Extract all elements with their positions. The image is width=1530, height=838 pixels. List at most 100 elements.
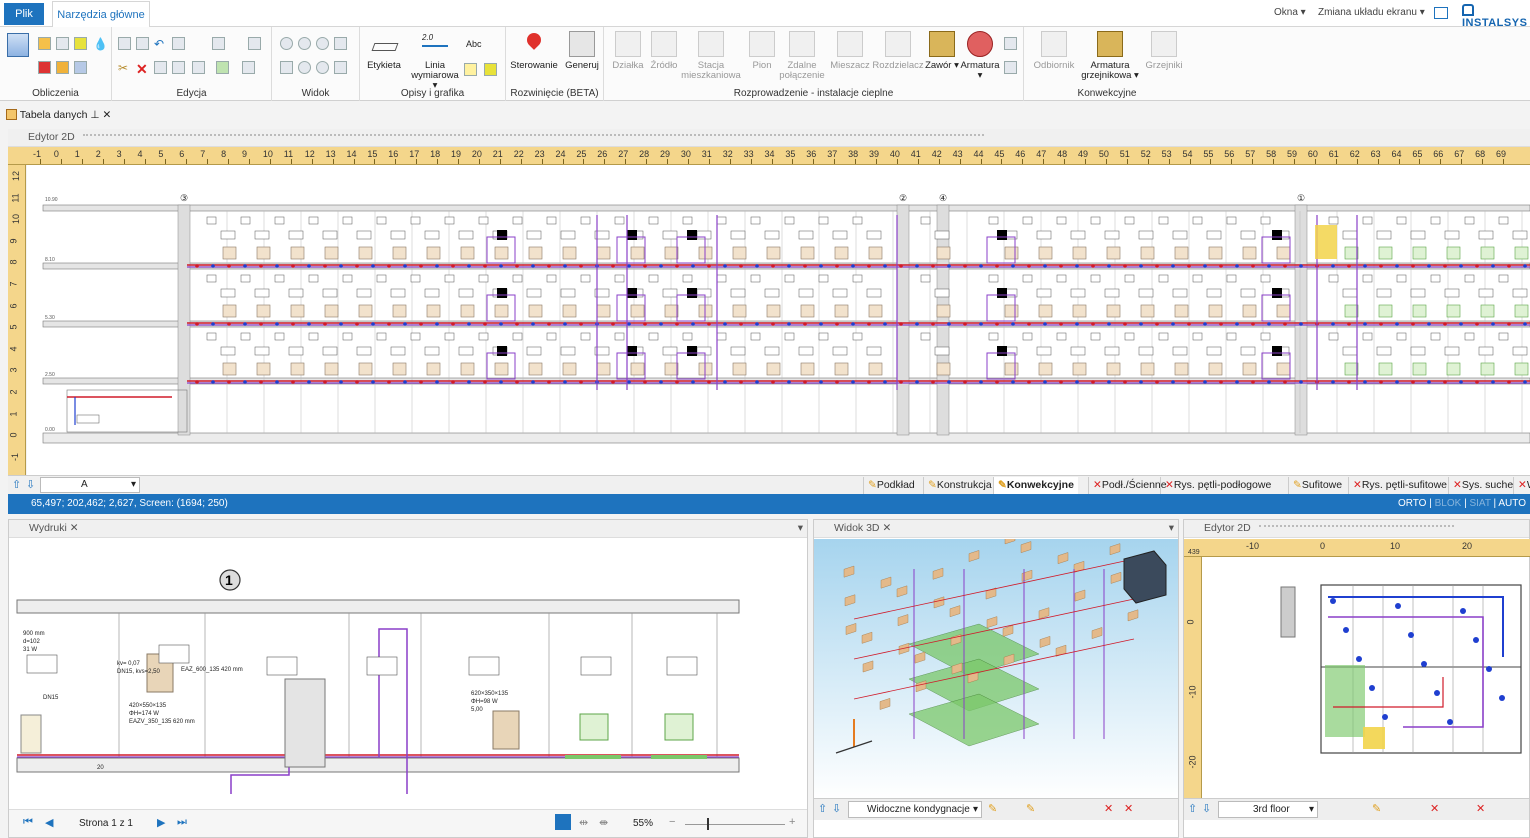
- label-button[interactable]: Etykieta: [364, 31, 404, 71]
- next-page-icon[interactable]: ▶: [157, 816, 165, 829]
- layer-toggle-icon[interactable]: ✎: [1026, 802, 1035, 815]
- source-button[interactable]: Źródło: [644, 31, 684, 71]
- zoom-slider[interactable]: [685, 818, 785, 830]
- layer-hide-icon[interactable]: ✕: [1476, 802, 1485, 815]
- zoom-all-icon[interactable]: [316, 61, 329, 74]
- arrow-up-icon[interactable]: ⇧: [818, 802, 827, 815]
- station-button[interactable]: Stacja mieszkaniowa: [680, 31, 742, 81]
- mode-toggle[interactable]: AUTO: [1498, 498, 1526, 509]
- arrow-down-icon[interactable]: ⇩: [26, 478, 35, 491]
- zoom-in-icon[interactable]: [280, 37, 293, 50]
- layer-tab[interactable]: ✕Rys. pętli-podłogowe: [1160, 477, 1275, 494]
- rotate-icon[interactable]: [154, 61, 167, 74]
- windows-menu[interactable]: Okna ▾: [1274, 7, 1306, 18]
- layer-tab[interactable]: ✎Sufitowe: [1288, 477, 1346, 494]
- floors-select[interactable]: Widoczne kondygnacje ▾: [848, 801, 982, 818]
- calc-icon-2[interactable]: [56, 37, 69, 50]
- 3d-viewport[interactable]: [814, 539, 1178, 799]
- tab-main-tools[interactable]: Narzędzia główne: [52, 1, 150, 28]
- remote-connection-button[interactable]: Zdalne połączenie: [778, 31, 826, 81]
- mode-toggle[interactable]: BLOK: [1435, 498, 1462, 509]
- drawing-canvas[interactable]: 10.90 8.10 5.30 2.50 0.00 ③ ② ④ ①: [27, 165, 1530, 475]
- riser-button[interactable]: Pion: [742, 31, 782, 71]
- manifold-button[interactable]: Rozdzielacz: [872, 31, 924, 71]
- calc-icon-6[interactable]: [56, 61, 69, 74]
- arrow-down-icon[interactable]: ⇩: [1202, 802, 1211, 815]
- drop-icon[interactable]: 💧: [93, 37, 108, 51]
- view-options-icon[interactable]: [334, 61, 347, 74]
- panel-menu-icon[interactable]: ▾: [798, 520, 803, 537]
- floor-select[interactable]: 3rd floor ▾: [1218, 801, 1318, 818]
- valve-button[interactable]: Zawór ▾: [924, 31, 960, 71]
- layer-tab[interactable]: ✎Podkład: [863, 477, 919, 494]
- zoom-window-icon[interactable]: [316, 37, 329, 50]
- layer-tab[interactable]: ✕Rys. pętli-sufitowe: [1348, 477, 1451, 494]
- close-icon[interactable]: ✕: [102, 109, 111, 121]
- move-icon[interactable]: [192, 61, 205, 74]
- first-page-icon[interactable]: ⏮: [23, 816, 33, 829]
- delete-icon[interactable]: ✕: [136, 61, 149, 77]
- layer-tab[interactable]: ✕Sys. suche: [1448, 477, 1517, 494]
- frame-icon[interactable]: [172, 37, 185, 50]
- plot-button[interactable]: Działka: [608, 31, 648, 71]
- copy-icon[interactable]: [118, 37, 131, 50]
- text-abc-button[interactable]: Abc: [466, 39, 482, 49]
- calc-icon-3[interactable]: [74, 37, 87, 50]
- undo-icon[interactable]: ↶: [154, 37, 167, 51]
- calc-icon-7[interactable]: [74, 61, 87, 74]
- layer-toggle-icon[interactable]: ✎: [988, 802, 997, 815]
- highlight-icon[interactable]: [484, 63, 497, 76]
- align-icon[interactable]: [212, 37, 225, 50]
- fit-page-icon[interactable]: [555, 814, 571, 830]
- zoom-minus-icon[interactable]: −: [669, 816, 675, 828]
- layout-menu[interactable]: Zmiana układu ekranu ▾: [1318, 7, 1425, 18]
- layer-toggle-icon[interactable]: ✎: [1372, 802, 1381, 815]
- check-icon[interactable]: [216, 61, 229, 74]
- zoom-out-icon[interactable]: [298, 37, 311, 50]
- fit-width-icon[interactable]: ⇹: [579, 816, 588, 829]
- mixer-button[interactable]: Mieszacz: [828, 31, 872, 71]
- calc-icon-1[interactable]: [38, 37, 51, 50]
- zoom-prev-icon[interactable]: [298, 61, 311, 74]
- pan-icon[interactable]: [280, 61, 293, 74]
- receiver-button[interactable]: Odbiornik: [1028, 31, 1080, 71]
- pin-icon[interactable]: ⊥: [90, 109, 99, 121]
- mode-toggle[interactable]: SIAT: [1469, 498, 1490, 509]
- calc-icon-5[interactable]: [38, 61, 51, 74]
- calc-table-icon[interactable]: [7, 33, 29, 57]
- layer-hide-icon[interactable]: ✕: [1124, 802, 1133, 815]
- screen-icon[interactable]: [1434, 7, 1448, 19]
- radiators-button[interactable]: Grzejniki: [1142, 31, 1186, 71]
- arrow-up-icon[interactable]: ⇧: [12, 478, 21, 491]
- paste-icon[interactable]: [136, 37, 149, 50]
- zoom-extents-icon[interactable]: [334, 37, 347, 50]
- radiator-fittings-button[interactable]: Armatura grzejnikowa ▾: [1080, 31, 1140, 81]
- generate-button[interactable]: Generuj: [562, 31, 602, 71]
- close-icon[interactable]: ✕: [70, 522, 79, 534]
- layer-tab[interactable]: ✕W: [1513, 477, 1530, 494]
- layer-hide-icon[interactable]: ✕: [1430, 802, 1439, 815]
- dist-icon-2[interactable]: [1004, 61, 1017, 74]
- zoom-plus-icon[interactable]: +: [789, 816, 795, 828]
- layer-hide-icon[interactable]: ✕: [1104, 802, 1113, 815]
- mode-toggle[interactable]: ORTO: [1398, 498, 1427, 509]
- arrow-down-icon[interactable]: ⇩: [832, 802, 841, 815]
- distribute-icon[interactable]: [248, 37, 261, 50]
- arrow-up-icon[interactable]: ⇧: [1188, 802, 1197, 815]
- layer-tab[interactable]: ✕Podł./Ścienne: [1088, 477, 1171, 494]
- panel-menu-icon[interactable]: ▾: [1169, 520, 1174, 537]
- data-table-tab[interactable]: Tabela danych ⊥ ✕: [6, 107, 111, 123]
- fittings-button[interactable]: Armatura ▾: [960, 31, 1000, 81]
- note-icon[interactable]: [464, 63, 477, 76]
- control-button[interactable]: Sterowanie: [508, 30, 560, 71]
- dist-icon-1[interactable]: [1004, 37, 1017, 50]
- tab-file[interactable]: Plik: [4, 3, 44, 25]
- layer-tab[interactable]: ✎Konwekcyjne: [993, 477, 1078, 494]
- print-preview[interactable]: 1 900 mm d=102 31 W DN15 kv= 0,07 DN15, kvs=2,…: [9, 539, 807, 809]
- scissors-icon[interactable]: ✂: [118, 61, 131, 75]
- mirror-icon[interactable]: [172, 61, 185, 74]
- floor-plan[interactable]: [1203, 557, 1530, 799]
- fit-both-icon[interactable]: ⇼: [599, 816, 608, 829]
- select-icon[interactable]: [242, 61, 255, 74]
- dimension-line-button[interactable]: 2.0 Linia wymiarowa ▾: [410, 31, 460, 91]
